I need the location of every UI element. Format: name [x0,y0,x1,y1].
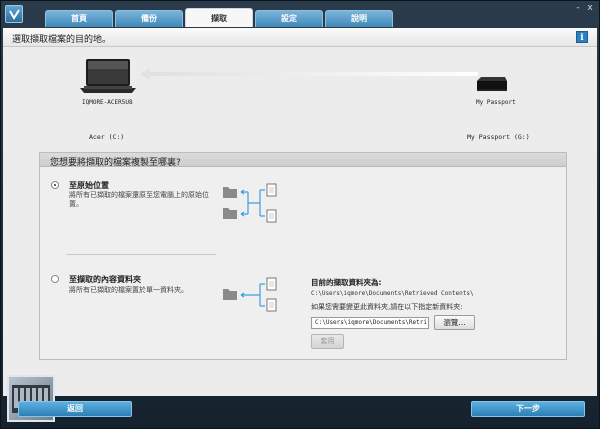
options-divider [66,254,216,255]
option-folder-title: 至擷取的內容資料夾 [69,275,141,284]
page-title: 選取擷取檔案的目的地。 [12,35,112,45]
tab-settings[interactable]: 設定 [255,10,323,27]
change-folder-hint: 如果您需要變更此資料夾,請在以下指定新資料夾: [311,303,463,311]
info-icon[interactable]: i [576,31,588,43]
panel-header: 您想要將擷取的檔案複製至哪裏? [40,153,566,168]
folder-path-input[interactable]: C:\Users\iqmore\Documents\Retri [311,317,429,329]
option-original-title: 至原始位置 [69,181,109,190]
tab-backup[interactable]: 備份 [115,10,183,27]
tab-bar: 首頁 備份 擷取 設定 說明 [45,8,393,27]
folder-diagram-icon [223,277,277,312]
laptop-icon [80,58,136,96]
app-window: - x 首頁 備份 擷取 設定 說明 選取擷取檔案的目的地。 i IQMORE-… [0,0,600,429]
restore-diagram-icon [223,183,277,223]
option-folder-desc: 將所有已擷取的檔案置於單一資料夾。 [69,286,188,294]
source-device-label: IQMORE-ACER5U8 [82,99,133,106]
destination-panel: 您想要將擷取的檔案複製至哪裏? 至原始位置 將所有已擷取的檔案還原至您電腦上的原… [39,152,567,360]
back-button[interactable]: 返回 [18,401,132,417]
title-strip: 選取擷取檔案的目的地。 i [3,28,597,47]
target-device-label: My Passport [476,99,516,106]
close-button[interactable]: x [585,3,595,13]
next-button[interactable]: 下一步 [471,401,585,417]
panel-question: 您想要將擷取的檔案複製至哪裏? [50,158,181,168]
option-original-desc: 將所有已擷取的檔案還原至您電腦上的原始位 置。 [69,191,209,209]
main-content: 選取擷取檔案的目的地。 i IQMORE-ACER5U8 My Passport… [3,28,597,396]
transfer-arrow-icon [140,68,480,82]
option-original-desc-line1: 將所有已擷取的檔案還原至您電腦上的原始位 [69,191,209,199]
radio-original-location[interactable] [51,181,59,189]
target-drive-label: My Passport (G:) [467,133,530,141]
app-logo-icon [5,5,23,23]
tab-home[interactable]: 首頁 [45,10,113,27]
apply-button[interactable]: 套用 [311,334,344,349]
tab-help[interactable]: 說明 [325,10,393,27]
source-drive-label: Acer (C:) [89,133,125,141]
window-controls: - x [573,3,595,13]
radio-retrieved-folder[interactable] [51,275,59,283]
tab-retrieve[interactable]: 擷取 [185,8,253,27]
minimize-button[interactable]: - [573,3,583,13]
current-folder-label: 目前的擷取資料夾為: [311,278,382,287]
option-original-desc-line2: 置。 [69,200,83,208]
hard-drive-icon [475,76,509,98]
browse-button[interactable]: 瀏覽... [434,315,475,330]
current-folder-path: C:\Users\iqmore\Documents\Retrieved Cont… [311,290,474,297]
